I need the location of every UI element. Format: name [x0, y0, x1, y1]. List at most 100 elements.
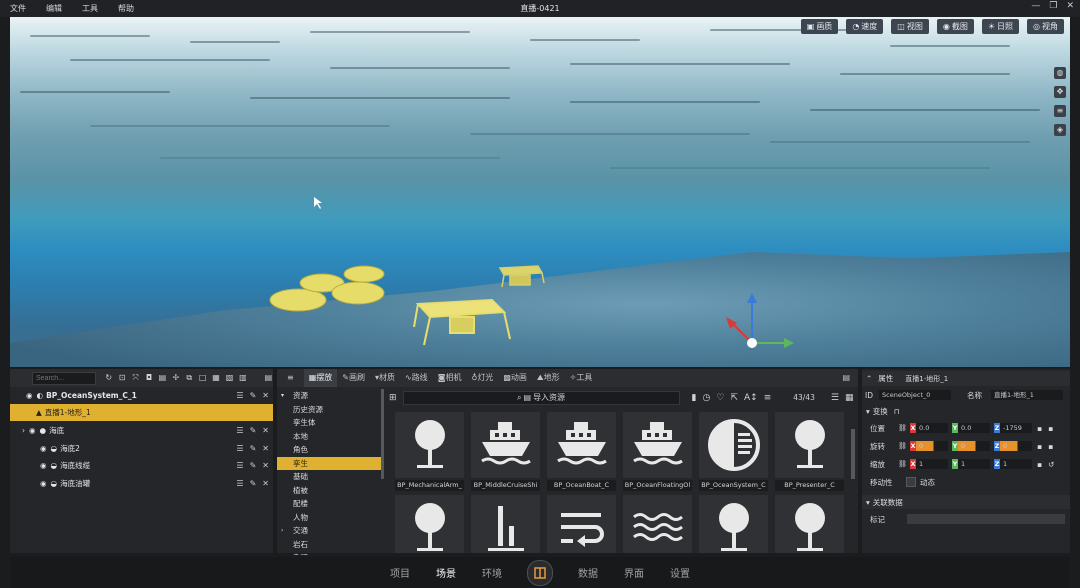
delete-icon[interactable]: ✕ [262, 426, 269, 435]
asset-tile[interactable] [471, 495, 540, 553]
eye-visibility-icon[interactable]: ◉ [26, 391, 33, 400]
history-icon[interactable]: ◷ [703, 393, 711, 403]
copy-icon[interactable]: ⧉ [185, 373, 194, 383]
dynamic-checkbox[interactable] [906, 477, 916, 487]
nav-interface[interactable]: 界面 [624, 565, 644, 580]
menu-help[interactable]: 帮助 [108, 3, 144, 14]
id-field[interactable]: SceneObject_0 [879, 390, 951, 400]
position-z-field[interactable]: -1759 [1000, 423, 1032, 433]
close-icon[interactable]: ✕ [1066, 1, 1074, 11]
category-scrollbar[interactable] [381, 389, 384, 479]
export-icon[interactable]: ⇱ [730, 393, 738, 403]
3d-viewport[interactable]: ▣ 画质 ◔ 速度 ◫ 视图 ◉ 截图 ☀ 日照 ◎ 视角 ◍ ✥ ≡ ◈ [10, 17, 1070, 367]
import-asset-button[interactable]: ⌕ ▤ 导入资源 [402, 390, 680, 405]
list-view-icon[interactable]: ☰ [831, 393, 839, 403]
delete-icon[interactable]: ✕ [262, 444, 269, 453]
rotation-x-field[interactable]: 0 [916, 441, 948, 451]
category-item[interactable]: 孪生体 [277, 416, 382, 430]
delete-icon[interactable]: ✕ [262, 461, 269, 470]
grid-icon[interactable]: ▦ [211, 373, 220, 383]
settings-icon[interactable]: ≡ [1054, 105, 1066, 117]
category-item[interactable]: › 交通 [277, 524, 382, 538]
asset-tile[interactable]: BP_OceanSystem_C [699, 412, 768, 494]
asset-tile[interactable]: BP_OceanFloatingOl [623, 412, 692, 494]
eye-visibility-icon[interactable]: ◉ [40, 444, 47, 453]
eye-visibility-icon[interactable]: ◉ [40, 479, 47, 488]
tab-brush[interactable]: ✎画刷 [337, 369, 370, 387]
expand-arrow-icon[interactable]: › [22, 426, 25, 435]
tree-row-cable[interactable]: ◉ ◒ 海底线缆 ☰ ✎ ✕ [10, 457, 273, 474]
tab-material[interactable]: ▾材质 [370, 369, 400, 387]
category-item[interactable]: 杂项 [277, 551, 382, 555]
tab-tools[interactable]: ✧工具 [565, 369, 598, 387]
sun-button[interactable]: ☀ 日照 [981, 19, 1020, 34]
asset-tile[interactable] [699, 495, 768, 553]
tab-route[interactable]: ∿路线 [400, 369, 433, 387]
asset-tile[interactable]: BP_OceanBoat_C [547, 412, 616, 494]
position-x-field[interactable]: 0.0 [916, 423, 948, 433]
category-item-selected[interactable]: 孪生 [277, 456, 382, 470]
speed-button[interactable]: ◔ 速度 [846, 19, 884, 34]
trash-icon[interactable]: ▮ [692, 393, 697, 403]
reset-icon[interactable]: ↺ [1048, 460, 1054, 469]
sort-az-icon[interactable]: A↕ [744, 393, 758, 403]
heart-icon[interactable]: ♡ [716, 393, 724, 403]
tab-light[interactable]: ♁灯光 [466, 369, 498, 387]
eye-visibility-icon[interactable]: ◉ [40, 461, 47, 470]
tree-row-seabed[interactable]: › ◉ ● 海底 ☰ ✎ ✕ [10, 422, 273, 439]
reorder-icon[interactable]: ☰ [236, 444, 243, 453]
rotation-y-field[interactable]: 0 [958, 441, 990, 451]
reorder-icon[interactable]: ☰ [236, 461, 243, 470]
link-icon[interactable]: ⛓ [898, 442, 910, 450]
hamburger-icon[interactable]: ≡ [277, 369, 304, 387]
lock-icon[interactable]: ⊓ [894, 407, 900, 416]
pivot-icon[interactable]: ✢ [171, 373, 180, 383]
asset-tile[interactable]: BP_MiddleCruiseShi [471, 412, 540, 494]
scale-z-field[interactable]: 1 [1000, 459, 1032, 469]
category-item[interactable]: 基础 [277, 470, 382, 484]
asset-tile[interactable] [547, 495, 616, 553]
view-button[interactable]: ◫ 视图 [891, 19, 929, 34]
save-icon[interactable]: ▪ [1037, 442, 1042, 451]
panel-menu-icon[interactable]: ▤ [837, 369, 858, 387]
menu-edit[interactable]: 编辑 [36, 3, 72, 14]
scale-y-field[interactable]: 1 [958, 459, 990, 469]
edit-icon[interactable]: ✎ [250, 479, 257, 488]
edit-icon[interactable]: ✎ [250, 444, 257, 453]
sort-icon[interactable]: ≡ [764, 393, 772, 403]
asset-grid-scrollbar[interactable] [851, 429, 855, 479]
category-item[interactable]: 植被 [277, 484, 382, 498]
asset-tree-icon[interactable]: ⊞ [389, 393, 397, 403]
category-item[interactable]: 历史资源 [277, 403, 382, 417]
reorder-icon[interactable]: ☰ [236, 391, 243, 400]
tab-camera[interactable]: ◙相机 [433, 369, 467, 387]
name-field[interactable]: 直播1-地形_1 [991, 390, 1063, 400]
category-item[interactable]: ▾ 资源 [277, 389, 382, 403]
nav-data[interactable]: 数据 [578, 565, 598, 580]
camera-view-button[interactable]: ◎ 视角 [1027, 19, 1064, 34]
nav-project[interactable]: 项目 [390, 565, 410, 580]
app-logo-icon[interactable] [527, 559, 553, 586]
menu-file[interactable]: 文件 [0, 3, 36, 14]
screenshot-button[interactable]: ◉ 截图 [936, 19, 974, 34]
minimize-icon[interactable]: — [1031, 1, 1040, 11]
square-icon[interactable]: □ [198, 373, 207, 383]
move-icon[interactable]: ✥ [1054, 86, 1066, 98]
position-y-field[interactable]: 0.0 [958, 423, 990, 433]
asset-tile[interactable]: BP_MechanicalArm_ [395, 412, 464, 494]
category-item[interactable]: 人物 [277, 511, 382, 525]
copy-icon[interactable]: ▪ [1048, 424, 1053, 433]
grid-view-icon[interactable]: ▦ [845, 393, 854, 403]
category-item[interactable]: 本地 [277, 430, 382, 444]
restore-icon[interactable]: ❐ [1049, 1, 1057, 11]
scene-search-input[interactable] [32, 371, 96, 385]
edit-icon[interactable]: ✎ [250, 391, 257, 400]
edit-icon[interactable]: ✎ [250, 426, 257, 435]
tree-row-seabed2[interactable]: ◉ ◒ 海底2 ☰ ✎ ✕ [10, 440, 273, 457]
asset-tile[interactable] [623, 495, 692, 553]
delete-icon[interactable]: ✕ [262, 391, 269, 400]
menu-tools[interactable]: 工具 [72, 3, 108, 14]
edit-icon[interactable]: ✎ [250, 461, 257, 470]
delete-icon[interactable]: ✕ [262, 479, 269, 488]
asset-tile[interactable] [775, 495, 844, 553]
